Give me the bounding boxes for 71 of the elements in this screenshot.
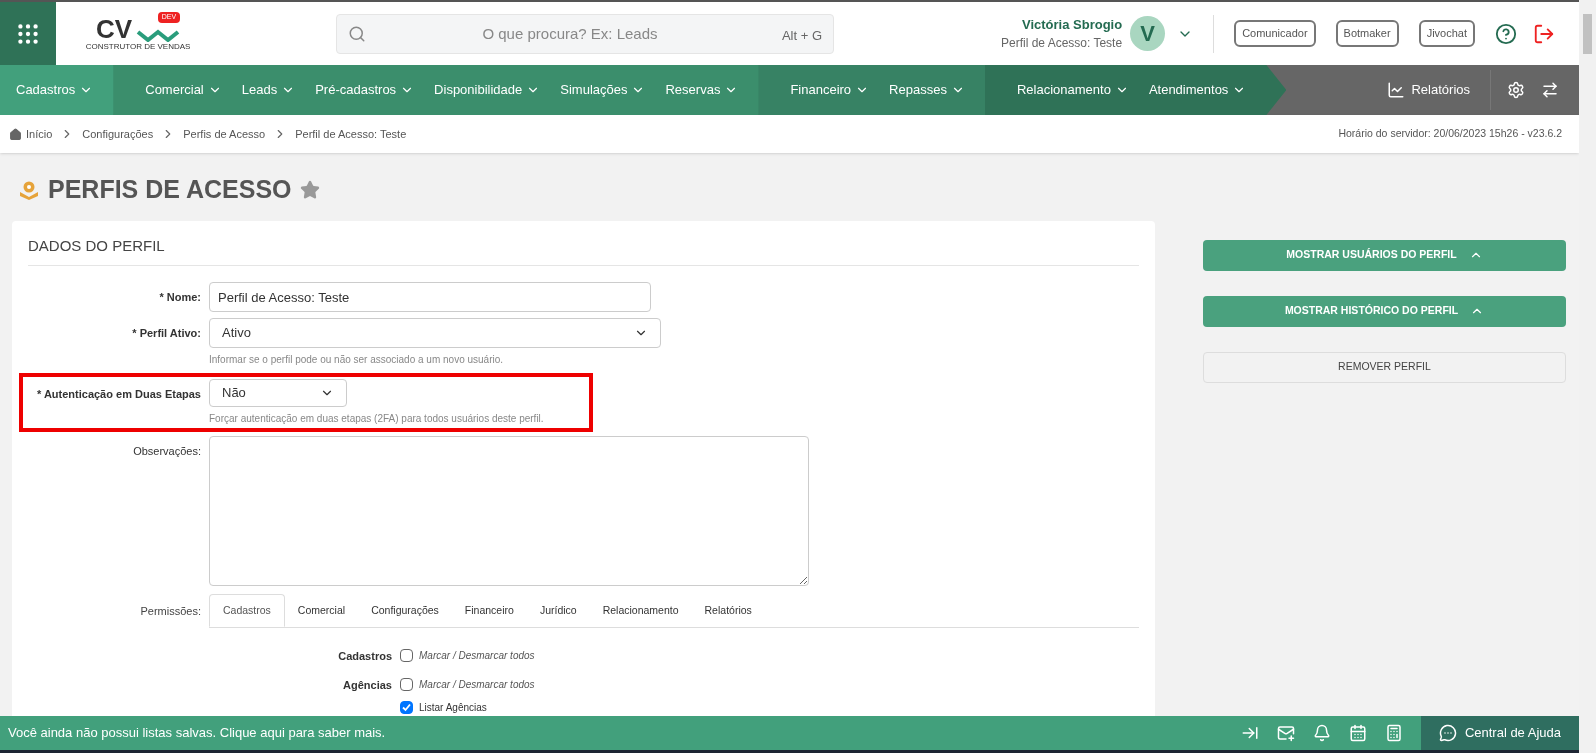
checkbox-label: Listar Agências [419, 700, 487, 715]
header-button[interactable]: Jivochat [1418, 20, 1475, 47]
reports-link[interactable]: Relatórios [1387, 80, 1490, 100]
page-title: PERFIS DE ACESSO [48, 174, 292, 205]
field-label: * Perfil Ativo: [131, 326, 202, 341]
permissions-label: Permissões: [139, 604, 202, 619]
select-dropdown[interactable]: Ativo [209, 318, 661, 348]
nav-menu-item[interactable]: Comercial [145, 80, 222, 100]
field-label: * Autenticação em Duas Etapas [35, 387, 202, 402]
breadcrumb-link[interactable]: Perfis de Acesso [183, 125, 266, 143]
collapse-arrow-icon[interactable] [1240, 724, 1259, 742]
section-title: DADOS DO PERFIL [28, 234, 1139, 266]
favorite-star-icon[interactable] [299, 179, 320, 200]
breadcrumb-link[interactable]: Início [26, 125, 53, 143]
permission-tab[interactable]: Comercial [284, 594, 359, 627]
permission-tab[interactable]: Cadastros [209, 594, 285, 627]
nav-menu-item[interactable]: Atendimentos [1148, 80, 1247, 100]
permission-tab[interactable]: Financeiro [451, 594, 527, 627]
settings-icon[interactable] [1507, 81, 1525, 99]
permission-group-title: Cadastros [337, 649, 393, 664]
user-name: Victória Sbrogio [1021, 15, 1123, 34]
bell-icon[interactable] [1312, 724, 1331, 742]
server-time: Horário do servidor: 20/06/2023 15h26 - v23.6.2 [1338, 126, 1562, 142]
help-center-label: Central de Ajuda [1464, 724, 1561, 743]
permission-tab[interactable]: Relatórios [691, 594, 765, 627]
calculator-icon[interactable] [1384, 724, 1403, 742]
logout-icon[interactable] [1533, 22, 1555, 45]
field-label: Observações: [132, 444, 202, 459]
header-button[interactable]: Botmaker [1335, 20, 1399, 47]
nav-menu-item[interactable]: Pré-cadastros [315, 80, 415, 100]
checkbox-label: Marcar / Desmarcar todos [419, 649, 535, 663]
help-center-button[interactable]: Central de Ajuda [1420, 716, 1579, 750]
apps-menu-button[interactable] [0, 2, 56, 65]
permission-tab[interactable]: Jurídico [526, 594, 590, 627]
text-input[interactable]: Perfil de Acesso: Teste [209, 282, 651, 312]
search-icon [348, 24, 366, 43]
mail-icon[interactable] [1276, 724, 1295, 742]
breadcrumb-link[interactable]: Perfil de Acesso: Teste [295, 125, 407, 143]
user-profile: Perfil de Acesso: Teste [1000, 35, 1123, 53]
chat-bubble-icon [1438, 724, 1457, 742]
checkbox-label: Marcar / Desmarcar todos [419, 677, 535, 692]
nav-menu-item[interactable]: Simulações [560, 80, 646, 100]
permission-tab[interactable]: Relacionamento [589, 594, 692, 627]
logo-text: CV [95, 16, 133, 42]
field-label: * Nome: [158, 290, 202, 305]
help-icon[interactable] [1495, 22, 1517, 45]
help-text: Informar se o perfil pode ou não ser associado a um novo usuário. [209, 353, 505, 367]
logo-caption: CONSTRUTOR DE VENDAS [85, 42, 191, 51]
reports-label: Relatórios [1411, 81, 1470, 100]
shortcut-hint: Alt + G [781, 26, 822, 45]
header-button[interactable]: Comunicador [1234, 20, 1316, 47]
side-action-button[interactable]: REMOVER PERFIL [1203, 351, 1566, 383]
nav-menu-item[interactable]: Disponibilidade [434, 80, 541, 100]
line-chart-icon [1387, 81, 1406, 99]
help-text: Forçar autenticação em duas etapas (2FA) para todos usuários deste perfil. [209, 412, 544, 426]
select-dropdown[interactable]: Não [209, 379, 347, 407]
calendar-icon[interactable] [1348, 724, 1367, 742]
swap-arrows-icon[interactable] [1541, 81, 1559, 99]
home-icon [9, 127, 22, 141]
permission-group-title: Agências [342, 677, 393, 693]
checkbox[interactable] [400, 649, 413, 662]
nav-menu-item[interactable]: Reservas [665, 80, 739, 100]
permission-tab[interactable]: Configurações [358, 594, 452, 627]
nav-menu-item[interactable]: Financeiro [790, 80, 870, 100]
user-avatar[interactable]: V [1130, 16, 1166, 51]
nav-menu-item[interactable]: Leads [241, 80, 296, 100]
checkbox[interactable] [400, 677, 413, 691]
checkbox[interactable] [400, 700, 413, 714]
nav-menu-item[interactable]: Repasses [889, 80, 965, 100]
breadcrumb-link[interactable]: Configurações [82, 125, 154, 143]
nav-menu-item[interactable]: Relacionamento [1016, 80, 1129, 100]
